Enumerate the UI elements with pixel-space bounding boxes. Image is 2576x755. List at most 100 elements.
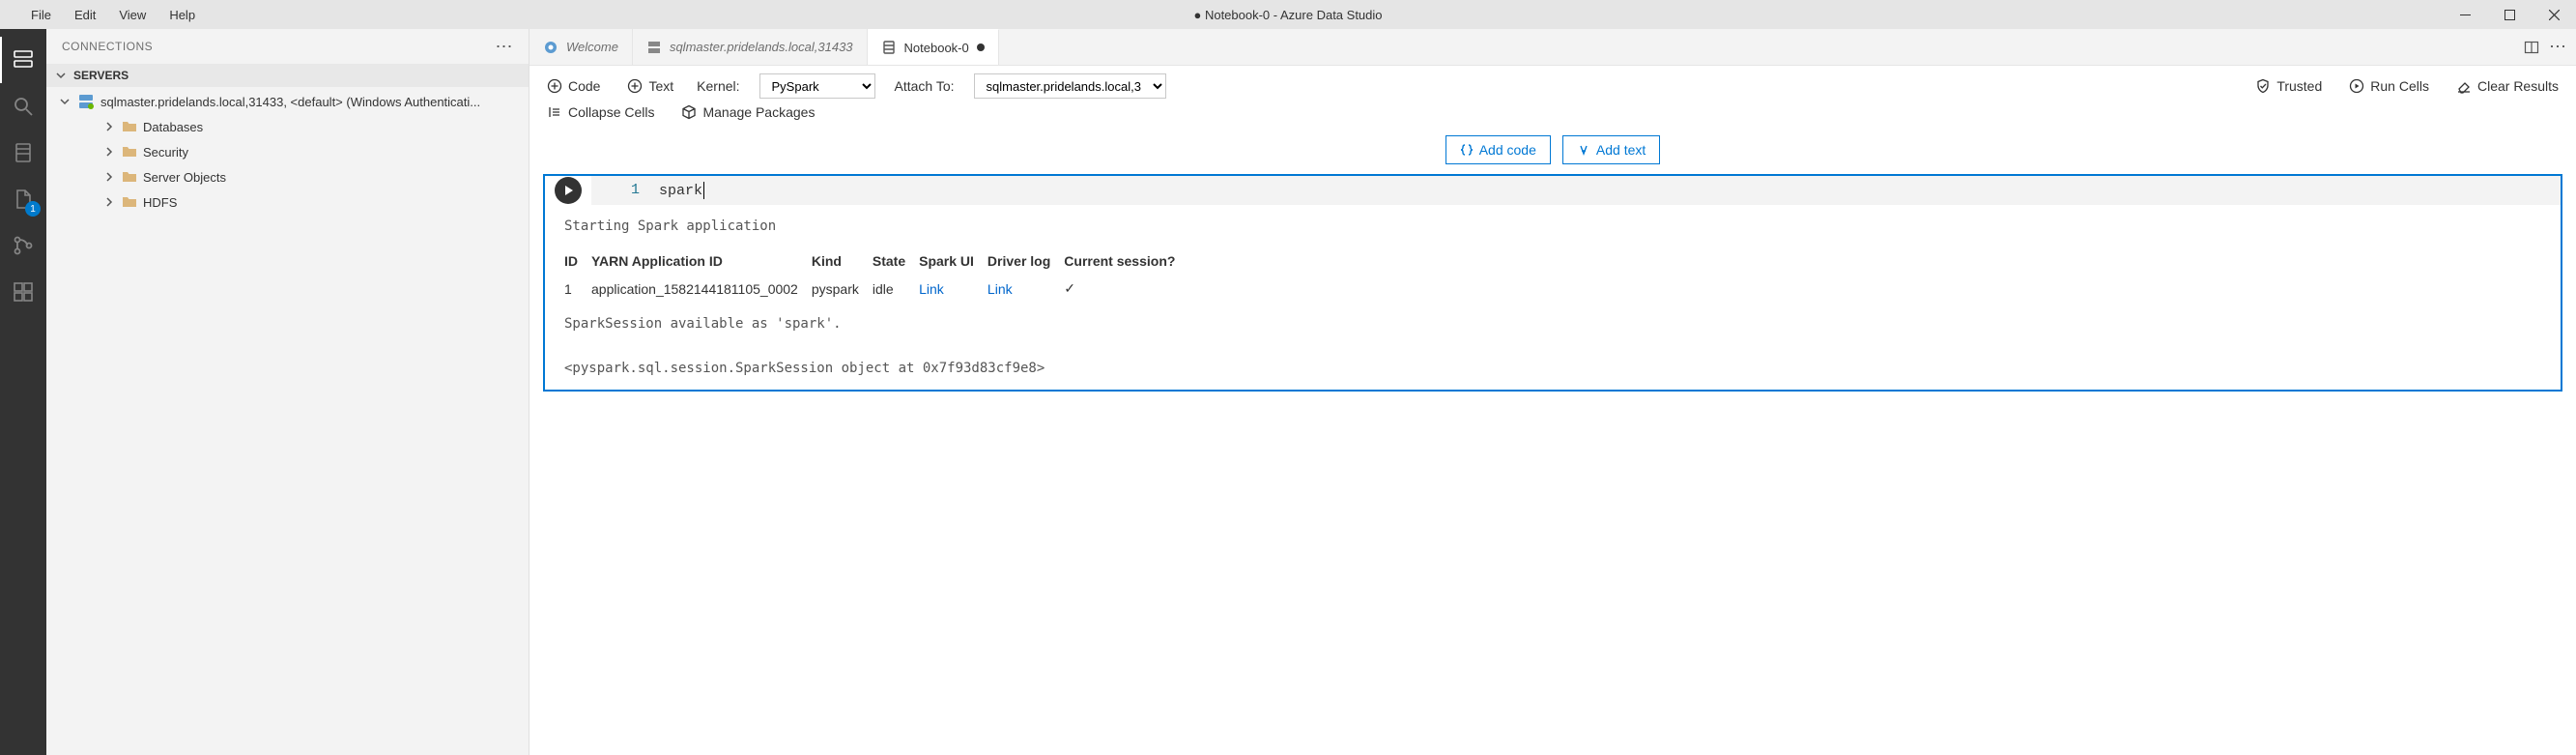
tab-server-dashboard[interactable]: sqlmaster.pridelands.local,31433 [633,29,868,65]
tree-label: HDFS [143,195,177,210]
trusted-button[interactable]: Trusted [2251,76,2326,96]
tree-node-security[interactable]: Security [46,139,529,164]
clear-results-label: Clear Results [2477,78,2559,94]
package-icon [681,104,697,120]
attach-to-select[interactable]: sqlmaster.pridelands.local,3 [974,73,1166,99]
menu-help[interactable]: Help [157,4,207,26]
run-cells-button[interactable]: Run Cells [2345,76,2433,96]
activity-connections[interactable] [0,37,46,83]
dirty-indicator-icon [977,44,985,51]
tab-welcome[interactable]: Welcome [530,29,633,65]
line-number: 1 [601,182,659,199]
tree-node-server-objects[interactable]: Server Objects [46,164,529,189]
maximize-button[interactable] [2487,0,2532,29]
cell-output: Starting Spark application ID YARN Appli… [545,205,2561,390]
servers-section-header[interactable]: SERVERS [46,64,529,87]
th-appid: YARN Application ID [591,247,812,275]
notebook-cell-actions: Add code Add text [530,122,2576,174]
add-text-button[interactable]: Text [623,76,677,96]
activity-source-control[interactable] [0,222,46,269]
activity-bar: 1 [0,29,46,755]
cell-editor-row: 1 spark [545,176,2561,205]
add-code-cell-button[interactable]: Add code [1445,135,1551,164]
folder-icon [122,144,137,160]
folder-icon [122,119,137,134]
tree-node-databases[interactable]: Databases [46,114,529,139]
tab-label: sqlmaster.pridelands.local,31433 [670,40,853,54]
add-text-cell-button[interactable]: Add text [1562,135,1660,164]
menu-file[interactable]: File [19,4,63,26]
th-driverlog: Driver log [987,247,1064,275]
text-label: Text [648,78,673,94]
chevron-right-icon [102,195,116,209]
sidebar-title: CONNECTIONS [62,40,153,53]
code-editor[interactable]: 1 spark [591,176,2561,205]
output-starting: Starting Spark application [564,218,2541,234]
folder-icon [122,169,137,185]
window-controls [2443,0,2576,29]
collapse-icon [547,104,562,120]
td-current: ✓ [1064,275,1188,303]
eraser-icon [2456,78,2472,94]
spark-ui-link[interactable]: Link [919,281,944,297]
sidebar-more-icon[interactable]: ⋯ [496,37,514,57]
attach-to-label: Attach To: [895,78,955,94]
run-cell-area [545,176,591,205]
table-row: 1 application_1582144181105_0002 pyspark… [564,275,1188,303]
add-text-label: Add text [1596,142,1646,158]
server-icon [646,40,662,55]
clear-results-button[interactable]: Clear Results [2452,76,2562,96]
notebook-toolbar: Code Text Kernel: PySpark Attach To: sql… [530,66,2576,122]
tab-notebook-0[interactable]: Notebook-0 [868,29,999,65]
server-node[interactable]: sqlmaster.pridelands.local,31433, <defau… [46,89,529,114]
editor-tabs: Welcome sqlmaster.pridelands.local,31433… [530,29,2576,66]
tree-label: Security [143,145,188,160]
tree-node-hdfs[interactable]: HDFS [46,189,529,215]
add-code-label: Add code [1479,142,1536,158]
menu-view[interactable]: View [107,4,157,26]
table-header-row: ID YARN Application ID Kind State Spark … [564,247,1188,275]
td-kind: pyspark [812,275,873,303]
add-code-button[interactable]: Code [543,76,604,96]
editor-area: Welcome sqlmaster.pridelands.local,31433… [530,29,2576,755]
shield-check-icon [2255,78,2271,94]
output-repr: <pyspark.sql.session.SparkSession object… [564,361,2541,376]
manage-packages-button[interactable]: Manage Packages [677,102,818,122]
server-icon [77,93,95,110]
activity-search[interactable] [0,83,46,130]
output-session-msg: SparkSession available as 'spark'. [564,316,2541,332]
run-cell-button[interactable] [555,177,582,204]
menu-edit[interactable]: Edit [63,4,107,26]
activity-explorer[interactable]: 1 [0,176,46,222]
notebook-icon [881,40,897,55]
driver-log-link[interactable]: Link [987,281,1013,297]
close-button[interactable] [2532,0,2576,29]
plus-circle-icon [547,78,562,94]
split-editor-icon[interactable] [2524,40,2539,55]
th-current: Current session? [1064,247,1188,275]
explorer-badge: 1 [25,201,41,217]
more-actions-icon[interactable]: ⋯ [2549,37,2566,57]
plus-circle-icon [627,78,643,94]
sidebar: CONNECTIONS ⋯ SERVERS sqlmaster.pridelan… [46,29,530,755]
text-icon [1577,143,1590,157]
titlebar: File Edit View Help ● Notebook-0 - Azure… [0,0,2576,29]
servers-label: SERVERS [73,69,129,82]
collapse-cells-button[interactable]: Collapse Cells [543,102,658,122]
tab-label: Notebook-0 [904,41,969,55]
td-state: idle [873,275,919,303]
play-icon [562,185,574,196]
activity-extensions[interactable] [0,269,46,315]
chevron-down-icon [58,95,72,108]
tree-label: Databases [143,120,203,134]
activity-notebooks[interactable] [0,130,46,176]
kernel-select[interactable]: PySpark [759,73,875,99]
th-sparkui: Spark UI [919,247,987,275]
sidebar-header: CONNECTIONS ⋯ [46,29,529,64]
welcome-icon [543,40,558,55]
trusted-label: Trusted [2276,78,2322,94]
minimize-button[interactable] [2443,0,2487,29]
spark-app-table: ID YARN Application ID Kind State Spark … [564,247,1188,303]
td-appid: application_1582144181105_0002 [591,275,812,303]
code-text: spark [659,182,704,199]
